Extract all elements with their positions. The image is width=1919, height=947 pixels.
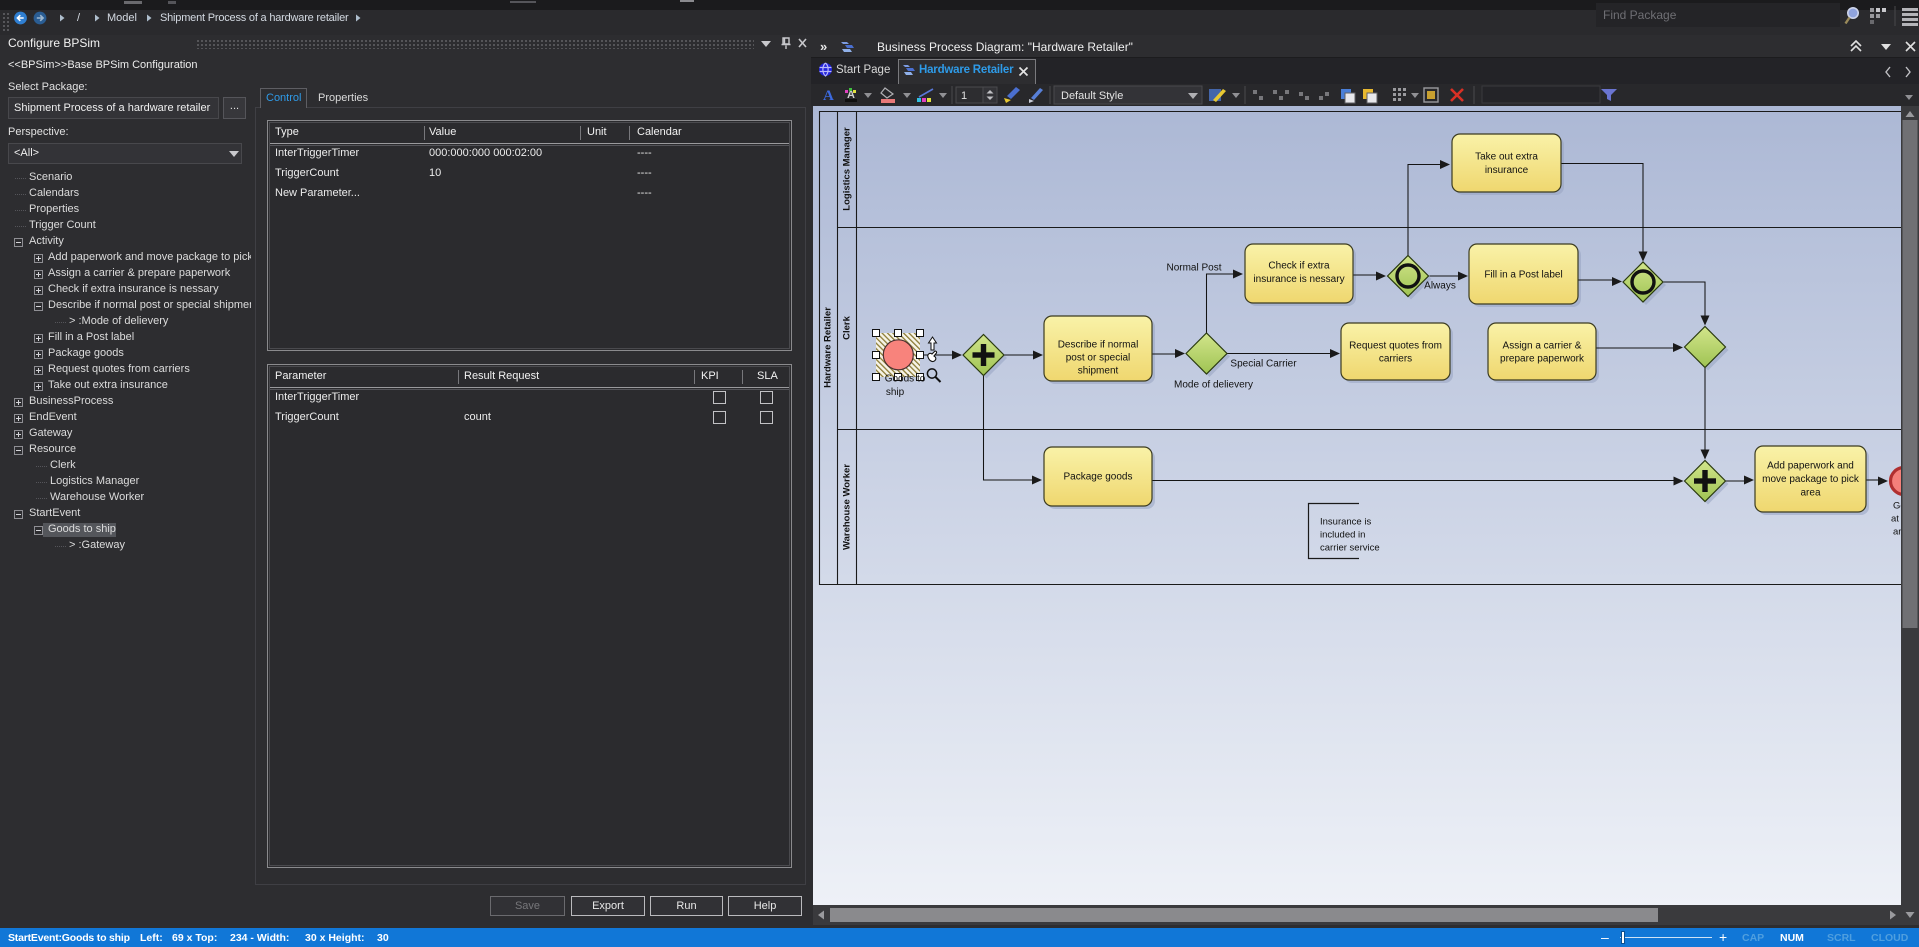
svg-text:carrier service: carrier service	[1320, 543, 1380, 554]
svg-text:prepare paperwork: prepare paperwork	[1500, 354, 1585, 365]
svg-text:insurance is nessary: insurance is nessary	[1253, 274, 1344, 285]
svg-text:post or special: post or special	[1066, 353, 1130, 364]
svg-text:Insurance is: Insurance is	[1320, 517, 1371, 528]
svg-text:Fill in a Post label: Fill in a Post label	[1484, 270, 1562, 281]
svg-text:Goods to: Goods to	[885, 374, 926, 385]
svg-text:area: area	[1893, 527, 1901, 538]
svg-text:Normal Post: Normal Post	[1166, 263, 1221, 274]
svg-text:1: 1	[961, 90, 967, 102]
svg-text:Assign a carrier &: Assign a carrier &	[1503, 341, 1582, 352]
svg-text:carriers: carriers	[1379, 354, 1412, 365]
svg-text:Special Carrier: Special Carrier	[1230, 359, 1297, 370]
svg-text:Goods: Goods	[1893, 501, 1901, 512]
svg-text:shipment: shipment	[1078, 366, 1119, 377]
svg-text:Take out extra: Take out extra	[1475, 152, 1538, 163]
svg-text:move package to pick: move package to pick	[1762, 474, 1860, 485]
svg-text:Always: Always	[1424, 281, 1456, 292]
svg-text:Mode of delievery: Mode of delievery	[1174, 380, 1253, 391]
svg-text:Package goods: Package goods	[1064, 472, 1133, 483]
svg-text:included in: included in	[1320, 530, 1365, 541]
svg-text:Add paperwork and: Add paperwork and	[1767, 461, 1854, 472]
svg-text:Logistics Manager: Logistics Manager	[842, 127, 853, 211]
svg-text:ship: ship	[886, 387, 905, 398]
svg-text:at pick: at pick	[1891, 514, 1901, 525]
svg-text:Check if extra: Check if extra	[1268, 261, 1330, 272]
svg-text:Hardware Retailer: Hardware Retailer	[823, 307, 834, 388]
svg-text:Describe if normal: Describe if normal	[1058, 340, 1139, 351]
svg-text:A: A	[823, 88, 834, 104]
svg-text:Request quotes from: Request quotes from	[1349, 341, 1442, 352]
svg-text:Warehouse Worker: Warehouse Worker	[842, 464, 853, 550]
svg-text:insurance: insurance	[1485, 165, 1529, 176]
svg-text:Default Style: Default Style	[1061, 90, 1123, 102]
svg-text:area: area	[1800, 488, 1820, 499]
svg-text:Clerk: Clerk	[842, 315, 853, 339]
